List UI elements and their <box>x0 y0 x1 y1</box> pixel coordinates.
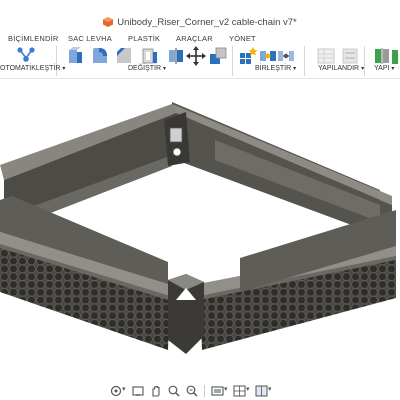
group-label-yapi[interactable]: YAPI ▾ <box>374 65 394 72</box>
dropdown-caret-icon: ▾ <box>163 66 167 72</box>
title-bar: Unibody_Riser_Corner_v2 cable-chain v7* <box>0 0 400 34</box>
configure-table-icon[interactable] <box>316 46 336 66</box>
new-component-icon[interactable] <box>238 46 258 66</box>
document-title-area: Unibody_Riser_Corner_v2 cable-chain v7* <box>0 14 400 30</box>
viewport-nav-bar: ▾ ▾ ▾ ▾ <box>108 382 298 400</box>
toolbar-separator <box>304 46 305 76</box>
tab-bicimlendir[interactable]: BİÇİMLENDİR <box>8 34 59 43</box>
document-cube-icon <box>103 17 114 27</box>
group-label-yapilandir[interactable]: YAPILANDIR ▾ <box>318 65 364 72</box>
fillet-icon[interactable] <box>90 46 110 66</box>
joint-icon[interactable] <box>258 46 278 66</box>
automate-icon[interactable] <box>16 45 36 65</box>
workspace-tabs: BİÇİMLENDİR SAC LEVHA PLASTİK ARAÇLAR YÖ… <box>0 34 400 46</box>
model-viewport[interactable] <box>0 79 400 380</box>
dropdown-caret-icon: ▾ <box>62 66 66 72</box>
align-icon[interactable] <box>208 46 228 66</box>
orbit-dropdown-caret-icon[interactable]: ▾ <box>122 385 126 393</box>
toolbar-overflow-icon[interactable] <box>392 48 400 66</box>
dropdown-caret-icon: ▾ <box>293 66 297 72</box>
look-at-icon[interactable] <box>130 384 146 398</box>
display-dropdown-caret-icon[interactable]: ▾ <box>224 385 228 393</box>
dropdown-caret-icon: ▾ <box>361 66 365 72</box>
shell-icon[interactable] <box>140 46 160 66</box>
tab-sac-levha[interactable]: SAC LEVHA <box>68 34 112 43</box>
grid-dropdown-caret-icon[interactable]: ▾ <box>246 385 250 393</box>
back-corner-hole <box>172 147 182 157</box>
toolbar-separator <box>364 46 365 76</box>
pan-hand-icon[interactable] <box>148 384 164 398</box>
toolbar-separator <box>232 46 233 76</box>
configure-settings-icon[interactable] <box>340 46 360 66</box>
press-pull-icon[interactable] <box>66 46 86 66</box>
document-title: Unibody_Riser_Corner_v2 cable-chain v7* <box>117 16 297 28</box>
build-icon[interactable] <box>372 46 392 66</box>
fit-icon[interactable] <box>184 384 200 398</box>
zoom-icon[interactable] <box>166 384 182 398</box>
group-label-birlestir[interactable]: BİRLEŞTİR ▾ <box>255 65 296 72</box>
nav-separator <box>204 385 205 397</box>
tab-yonet[interactable]: YÖNET <box>229 34 256 43</box>
back-corner-clip <box>169 127 183 143</box>
viewports-dropdown-caret-icon[interactable]: ▾ <box>268 385 272 393</box>
tab-araclar[interactable]: ARAÇLAR <box>176 34 213 43</box>
chamfer-icon[interactable] <box>114 46 134 66</box>
group-label-otomatiklestir[interactable]: OTOMATİKLEŞTİR ▾ <box>0 65 65 72</box>
as-built-joint-icon[interactable] <box>276 46 296 66</box>
split-body-icon[interactable] <box>166 46 186 66</box>
group-label-degistir[interactable]: DEĞİŞTİR ▾ <box>128 65 166 72</box>
move-icon[interactable] <box>186 46 206 66</box>
dropdown-caret-icon: ▾ <box>391 66 395 72</box>
tab-plastik[interactable]: PLASTİK <box>128 34 160 43</box>
